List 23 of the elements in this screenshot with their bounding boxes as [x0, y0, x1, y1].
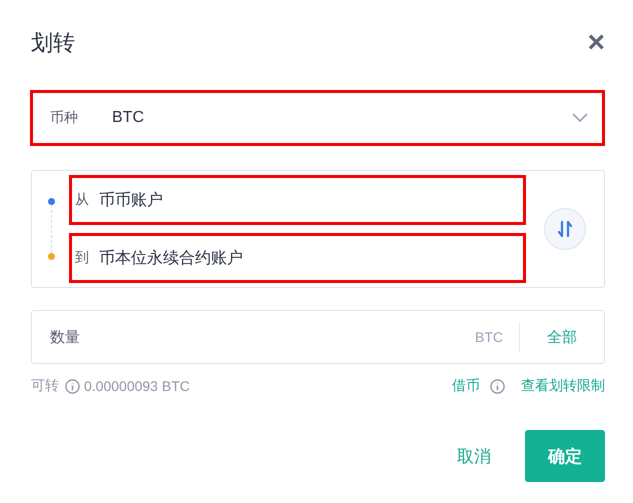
all-button[interactable]: 全部 — [520, 328, 604, 346]
amount-placeholder: 数量 — [50, 328, 80, 346]
link[interactable]: 借币 — [452, 377, 480, 395]
available-label: 可转 — [31, 377, 59, 395]
account-select[interactable]: 从 币币账户 — [69, 175, 526, 225]
info-icon — [65, 378, 80, 394]
dialog-title: 划转 — [31, 29, 75, 57]
coin-value: BTC — [112, 109, 145, 127]
account-dot — [48, 198, 54, 205]
cancel-button[interactable]: 取消 — [443, 436, 505, 476]
coin-label: 币种 — [50, 109, 79, 127]
link[interactable]: 查看划转限制 — [521, 377, 605, 395]
info-icon — [490, 378, 505, 394]
amount-field[interactable]: 数量 BTC 全部 — [31, 310, 605, 364]
swap-arrows-icon — [557, 220, 573, 238]
available-amount: 0.00000093 BTC — [84, 378, 190, 394]
swap-button[interactable] — [544, 208, 586, 250]
chevron-down-icon — [572, 113, 588, 123]
account-dot — [48, 253, 54, 260]
coin-select[interactable]: 币种 BTC — [30, 90, 605, 146]
account-select[interactable]: 到 币本位永续合约账户 — [69, 233, 526, 283]
unit-label: BTC — [475, 322, 520, 352]
close-button[interactable]: × — [587, 28, 605, 58]
